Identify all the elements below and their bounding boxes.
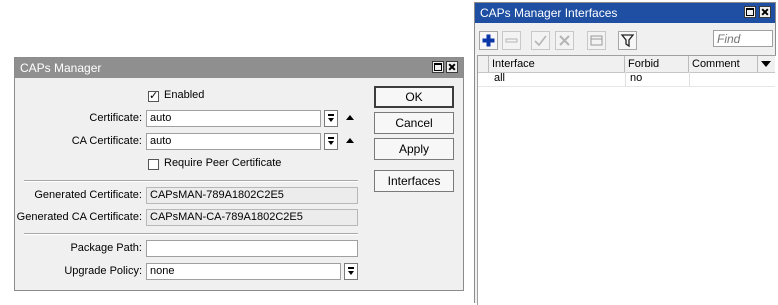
comment-icon bbox=[590, 35, 603, 46]
enabled-label: Enabled bbox=[164, 89, 205, 101]
generated-ca-field: CAPsMAN-CA-789A1802C2E5 bbox=[146, 209, 358, 226]
generated-ca-label: Generated CA Certificate: bbox=[16, 211, 142, 223]
enabled-checkbox[interactable] bbox=[148, 89, 159, 102]
add-button[interactable] bbox=[479, 31, 498, 50]
find-input[interactable] bbox=[713, 30, 773, 47]
cancel-button[interactable]: Cancel bbox=[374, 112, 454, 134]
ca-certificate-label: CA Certificate: bbox=[71, 135, 142, 147]
ca-certificate-field[interactable]: auto bbox=[146, 133, 321, 150]
interfaces-title: CAPs Manager Interfaces bbox=[480, 6, 618, 20]
filter-button[interactable] bbox=[618, 31, 637, 50]
row-interface: all bbox=[494, 72, 506, 84]
ca-certificate-collapse-icon[interactable] bbox=[346, 138, 354, 143]
interfaces-button[interactable]: Interfaces bbox=[374, 170, 454, 192]
separator bbox=[24, 233, 358, 235]
separator bbox=[24, 180, 358, 182]
certificate-collapse-icon[interactable] bbox=[346, 115, 354, 120]
interfaces-list bbox=[477, 55, 776, 305]
minus-icon bbox=[505, 38, 518, 43]
generated-cert-field: CAPsMAN-789A1802C2E5 bbox=[146, 187, 358, 204]
table-row[interactable]: all no bbox=[478, 72, 775, 87]
certificate-field[interactable]: auto bbox=[146, 110, 321, 127]
column-divider bbox=[625, 72, 626, 87]
row-comment bbox=[691, 72, 697, 86]
columns-dropdown-icon[interactable] bbox=[758, 56, 775, 72]
interfaces-window: CAPs Manager Interfaces Find Interface F… bbox=[474, 2, 776, 305]
filter-icon bbox=[620, 34, 635, 48]
upgrade-policy-label: Upgrade Policy: bbox=[64, 265, 142, 277]
package-path-field[interactable] bbox=[146, 240, 358, 257]
require-peer-checkbox[interactable] bbox=[148, 159, 159, 170]
column-header-interface[interactable]: Interface bbox=[489, 56, 625, 72]
certificate-label: Certificate: bbox=[89, 112, 142, 124]
cross-icon bbox=[559, 35, 570, 46]
generated-cert-label: Generated Certificate: bbox=[34, 189, 142, 201]
certificate-dropdown-icon[interactable] bbox=[324, 110, 338, 127]
row-forbid: no bbox=[630, 72, 643, 84]
caps-manager-window: CAPs Manager Enabled Certificate: auto C… bbox=[14, 57, 464, 291]
caps-manager-title: CAPs Manager bbox=[20, 61, 102, 75]
ca-certificate-dropdown-icon[interactable] bbox=[324, 133, 338, 150]
ok-button[interactable]: OK bbox=[374, 86, 454, 108]
comment-button[interactable] bbox=[587, 31, 606, 50]
upgrade-policy-field[interactable]: none bbox=[146, 263, 341, 280]
column-divider bbox=[689, 72, 690, 87]
check-icon bbox=[534, 35, 547, 47]
enable-button[interactable] bbox=[531, 31, 550, 50]
maximize-icon[interactable] bbox=[432, 61, 444, 73]
close-icon[interactable] bbox=[446, 61, 458, 73]
column-header-comment[interactable]: Comment bbox=[689, 56, 758, 72]
package-path-label: Package Path: bbox=[70, 242, 142, 254]
apply-button[interactable]: Apply bbox=[374, 138, 454, 160]
upgrade-policy-dropdown-icon[interactable] bbox=[344, 263, 358, 280]
close-icon[interactable] bbox=[759, 6, 771, 18]
header-select-column[interactable] bbox=[478, 56, 489, 72]
disable-button[interactable] bbox=[555, 31, 574, 50]
remove-button[interactable] bbox=[502, 31, 521, 50]
plus-icon bbox=[482, 34, 495, 47]
maximize-icon[interactable] bbox=[744, 6, 756, 18]
caps-manager-titlebar[interactable]: CAPs Manager bbox=[15, 58, 463, 78]
column-header-forbid[interactable]: Forbid bbox=[625, 56, 689, 72]
interfaces-titlebar[interactable]: CAPs Manager Interfaces bbox=[475, 3, 775, 23]
require-peer-label: Require Peer Certificate bbox=[164, 157, 282, 169]
